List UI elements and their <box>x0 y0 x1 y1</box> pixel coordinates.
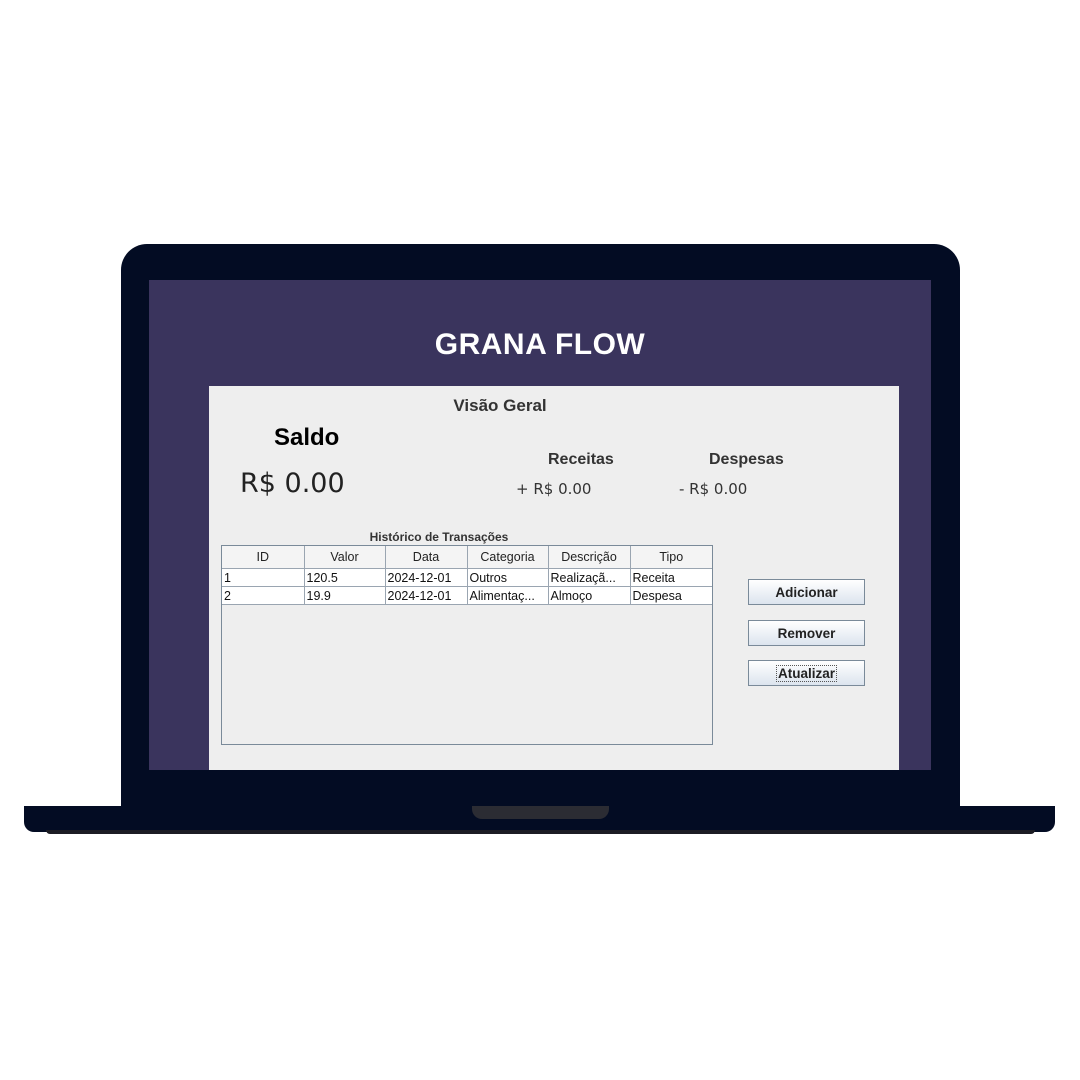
despesas-value: - R$ 0.00 <box>679 480 748 498</box>
add-button-label: Adicionar <box>775 584 838 600</box>
transactions-table-scrollpane[interactable]: ID Valor Data Categoria Descrição Tipo 1… <box>221 545 713 745</box>
remove-button[interactable]: Remover <box>748 620 865 646</box>
remove-button-label: Remover <box>777 625 836 641</box>
add-button[interactable]: Adicionar <box>748 579 865 605</box>
cell-descricao[interactable]: Almoço <box>548 586 631 605</box>
cell-id[interactable]: 1 <box>222 568 305 587</box>
receitas-label: Receitas <box>548 451 614 468</box>
column-header-id[interactable]: ID <box>222 546 305 569</box>
cell-valor[interactable]: 120.5 <box>304 568 386 587</box>
cell-id[interactable]: 2 <box>222 586 305 605</box>
saldo-label: Saldo <box>274 424 340 451</box>
column-header-categoria[interactable]: Categoria <box>467 546 549 569</box>
laptop-notch <box>472 806 609 819</box>
laptop-base-edge <box>46 830 1035 834</box>
column-header-data[interactable]: Data <box>385 546 468 569</box>
transactions-caption: Histórico de Transações <box>369 530 509 544</box>
column-header-valor[interactable]: Valor <box>304 546 386 569</box>
cell-descricao[interactable]: Realizaçã... <box>548 568 631 587</box>
column-header-descricao[interactable]: Descrição <box>548 546 631 569</box>
receitas-value: + R$ 0.00 <box>516 480 592 498</box>
update-button-label: Atualizar <box>775 664 838 682</box>
table-header-row: ID Valor Data Categoria Descrição Tipo <box>222 546 712 569</box>
panel-title: Visão Geral <box>453 396 547 415</box>
cell-categoria[interactable]: Outros <box>467 568 549 587</box>
cell-valor[interactable]: 19.9 <box>304 586 386 605</box>
cell-tipo[interactable]: Receita <box>630 568 712 587</box>
update-button[interactable]: Atualizar <box>748 660 865 686</box>
despesas-label: Despesas <box>709 451 784 468</box>
cell-categoria[interactable]: Alimentaç... <box>467 586 549 605</box>
table-row[interactable]: 2 19.9 2024-12-01 Alimentaç... Almoço De… <box>222 586 712 605</box>
cell-data[interactable]: 2024-12-01 <box>385 568 468 587</box>
app-window: GRANA FLOW Visão Geral Saldo R$ 0.00 Rec… <box>149 280 931 770</box>
cell-tipo[interactable]: Despesa <box>630 586 712 605</box>
table-row[interactable]: 1 120.5 2024-12-01 Outros Realizaçã... R… <box>222 568 712 587</box>
overview-panel: Visão Geral Saldo R$ 0.00 Receitas + R$ … <box>209 386 899 770</box>
saldo-value: R$ 0.00 <box>240 468 345 499</box>
transactions-table[interactable]: ID Valor Data Categoria Descrição Tipo 1… <box>222 546 712 605</box>
cell-data[interactable]: 2024-12-01 <box>385 586 468 605</box>
app-title: GRANA FLOW <box>434 328 646 361</box>
column-header-tipo[interactable]: Tipo <box>630 546 712 569</box>
